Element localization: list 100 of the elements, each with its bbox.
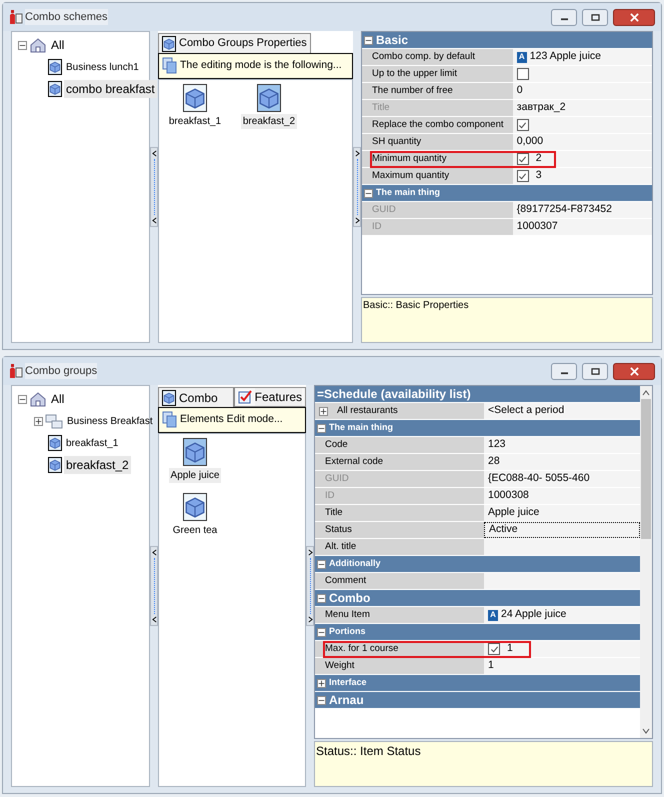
- scroll-down-icon[interactable]: [642, 728, 650, 734]
- bottle-icon: [9, 363, 23, 379]
- cube-icon: [48, 81, 62, 97]
- tile-label[interactable]: breakfast_2: [240, 114, 298, 129]
- collapse-icon[interactable]: [317, 424, 326, 432]
- checkbox[interactable]: [516, 119, 529, 131]
- section-header[interactable]: Combo: [315, 590, 640, 607]
- property-label: GUID: [315, 471, 484, 487]
- splitter-handle[interactable]: [150, 546, 158, 626]
- property-label: Alt. title: [315, 539, 484, 555]
- property-value[interactable]: Active: [484, 522, 640, 538]
- collapse-icon[interactable]: [317, 560, 326, 568]
- section-header[interactable]: =Schedule (availability list): [315, 386, 640, 403]
- property-label: Title: [315, 505, 484, 521]
- tab[interactable]: Features: [234, 387, 306, 407]
- property-label: Up to the upper limit: [362, 66, 513, 82]
- collapse-icon[interactable]: [364, 188, 373, 198]
- property-label: The number of free: [362, 83, 513, 99]
- property-value[interactable]: 0,000: [512, 134, 652, 150]
- close-icon: [630, 366, 638, 376]
- scrollbar[interactable]: [640, 386, 652, 738]
- property-label: External code: [315, 454, 484, 470]
- property-label: All restaurants: [315, 403, 484, 419]
- minimize-button[interactable]: [551, 362, 577, 380]
- tree-item[interactable]: breakfast_2: [64, 456, 131, 474]
- property-value[interactable]: 1: [484, 641, 640, 657]
- section-header[interactable]: The main thing: [315, 420, 640, 437]
- collapse-icon[interactable]: [18, 40, 27, 50]
- cube-icon: [183, 493, 207, 521]
- collapse-icon[interactable]: [317, 696, 326, 704]
- tile-label[interactable]: Apple juice: [168, 468, 222, 483]
- checkbox[interactable]: [516, 153, 529, 165]
- property-value[interactable]: 3: [512, 168, 652, 184]
- section-header[interactable]: Additionally: [315, 556, 640, 573]
- property-value[interactable]: <Select a period: [484, 403, 640, 419]
- minimize-button[interactable]: [551, 8, 577, 26]
- property-value[interactable]: [512, 117, 652, 133]
- tree-item[interactable]: breakfast_1: [64, 436, 120, 450]
- splitter-handle[interactable]: [150, 147, 158, 227]
- maximize-icon: [590, 14, 600, 20]
- property-label: Status: [315, 522, 484, 538]
- tile-label[interactable]: Green tea: [170, 523, 220, 538]
- cube-icon: [257, 84, 281, 112]
- checkbox[interactable]: [516, 68, 529, 80]
- property-label: Combo comp. by default: [362, 49, 513, 65]
- property-value[interactable]: A 123 Apple juice: [512, 49, 652, 65]
- section-header[interactable]: Basic: [362, 32, 652, 49]
- tree-item[interactable]: combo breakfast: [64, 80, 157, 98]
- collapse-icon[interactable]: [317, 594, 326, 602]
- property-value[interactable]: 28: [484, 454, 640, 470]
- tile-label[interactable]: breakfast_1: [166, 114, 224, 129]
- property-value[interactable]: A 24 Apple juice: [484, 607, 640, 623]
- stacked-pages-icon: [162, 57, 178, 75]
- type-badge: A: [488, 610, 498, 620]
- expand-icon[interactable]: [319, 406, 328, 416]
- description-text: Status:: Item Status: [314, 741, 653, 787]
- mode-text: Elements Edit mode...: [180, 412, 283, 428]
- property-value[interactable]: 0: [512, 83, 652, 99]
- window-title: Combo groups: [25, 362, 98, 380]
- scroll-up-icon[interactable]: [642, 390, 650, 396]
- cube-icon: [183, 438, 207, 466]
- collapse-icon[interactable]: [317, 628, 326, 636]
- property-label: Code: [315, 437, 484, 453]
- cube-icon: [48, 59, 62, 75]
- section-header[interactable]: The main thing: [362, 185, 652, 202]
- collapse-icon[interactable]: [18, 394, 27, 404]
- section-header[interactable]: Arnau: [315, 692, 640, 709]
- close-icon: [630, 12, 638, 22]
- property-value[interactable]: 1: [484, 658, 640, 674]
- tab[interactable]: Combo Groups Properties: [158, 33, 311, 53]
- maximize-icon: [590, 368, 600, 374]
- property-value[interactable]: 2: [512, 151, 652, 167]
- tree-item[interactable]: Business Breakfast: [65, 414, 155, 428]
- splitter-handle[interactable]: [353, 147, 361, 227]
- tree-item[interactable]: Business lunch1: [64, 60, 141, 74]
- property-label: Weight: [315, 658, 484, 674]
- expand-icon[interactable]: [34, 416, 43, 426]
- maximize-button[interactable]: [582, 362, 608, 380]
- checkbox[interactable]: [516, 170, 529, 182]
- property-value[interactable]: 123: [484, 437, 640, 453]
- cube-icon: [48, 457, 62, 473]
- collapse-icon[interactable]: [364, 36, 373, 44]
- close-button[interactable]: [613, 8, 655, 26]
- window-title: Combo schemes: [25, 8, 108, 26]
- tree-item[interactable]: All: [49, 36, 66, 54]
- section-header[interactable]: Interface: [315, 675, 640, 692]
- property-label: Title: [362, 100, 513, 116]
- splitter-handle[interactable]: [306, 546, 314, 626]
- expand-icon[interactable]: [317, 678, 326, 688]
- section-header[interactable]: Portions: [315, 624, 640, 641]
- mode-text: The editing mode is the following...: [180, 58, 342, 74]
- close-button[interactable]: [613, 362, 655, 380]
- property-value[interactable]: Apple juice: [484, 505, 640, 521]
- property-label: Replace the combo component: [362, 117, 513, 133]
- checkbox[interactable]: [488, 643, 500, 655]
- tab[interactable]: Combo: [158, 387, 234, 407]
- maximize-button[interactable]: [582, 8, 608, 26]
- tree-item[interactable]: All: [49, 390, 66, 408]
- property-label: GUID: [362, 202, 513, 218]
- property-label: SH quantity: [362, 134, 513, 150]
